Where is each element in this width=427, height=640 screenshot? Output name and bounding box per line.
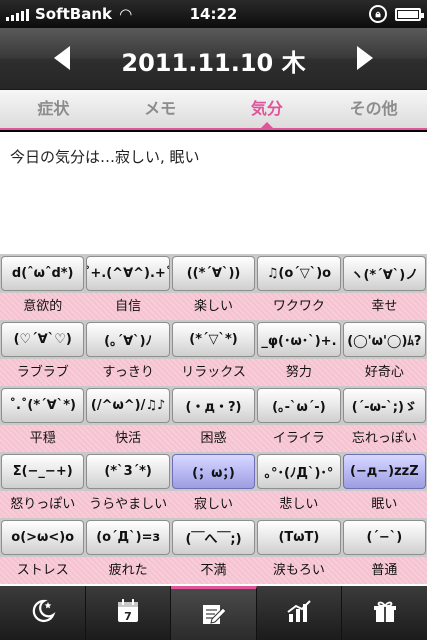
mood-button[interactable]: (o´Д`)=з	[86, 520, 170, 555]
mood-button[interactable]: ヽ(*´∀`)ノ	[342, 256, 427, 291]
mood-label-row: ストレス 疲れた 不満 涙もろい 普通	[0, 557, 427, 584]
bar-chart-tab-button[interactable]	[257, 586, 343, 640]
mood-button-row: Σ(−_−+) (*`3´*) (；ω；) ｡°･(ﾉД`)･° (−д−)zzZ	[0, 452, 427, 491]
next-day-arrow-icon[interactable]	[357, 46, 373, 70]
mood-label: 怒りっぽい	[10, 497, 76, 512]
mood-button[interactable]: (◯'ω'◯)ﾑ?	[342, 322, 427, 357]
mood-button[interactable]: (/^ω^)/♫♪	[86, 388, 170, 423]
calendar-day-number: 7	[124, 610, 132, 623]
mood-button[interactable]: (´−`)	[342, 520, 427, 555]
mood-label: ラブラブ	[16, 365, 69, 380]
mood-label: 自信	[115, 299, 142, 314]
mood-button[interactable]: (｡´∀`)ﾉ	[86, 322, 170, 357]
mood-button[interactable]: ((*´∀`))	[171, 256, 256, 291]
moon-star-tab-button[interactable]	[0, 586, 86, 640]
mood-button-row: (♡´∀`♡) (｡´∀`)ﾉ (*´▽`*) _φ(･ω･`)+. (◯'ω'◯)ﾑ?	[0, 320, 427, 359]
mood-label: 快活	[115, 431, 142, 446]
mood-button[interactable]: (*´▽`*)	[171, 322, 256, 357]
mood-label: 意欲的	[23, 299, 63, 314]
mood-label: 好奇心	[364, 365, 404, 380]
mood-button[interactable]: (*`3´*)	[86, 454, 170, 489]
category-tabs: 症状 メモ 気分 その他	[0, 90, 427, 130]
mood-label: ワクワク	[272, 299, 325, 314]
mood-button-row: ˚.˚(*´∀`*) (/^ω^)/♫♪ (・д・?) (｡-`ω´-) (´-ω-`;…	[0, 386, 427, 425]
mood-label: 努力	[285, 365, 312, 380]
mood-label: 眠い	[371, 497, 398, 512]
mood-label: リラックス	[181, 365, 246, 380]
moon-star-icon	[27, 596, 57, 630]
battery-icon	[395, 7, 424, 21]
mood-label: 不満	[200, 563, 227, 578]
mood-label: 平穏	[29, 431, 56, 446]
mood-palette: d(ˆωˆd*) ˚+.(^∀^).+˚ ((*´∀`)) ♫(o´▽`)o ヽ(*´∀…	[0, 254, 427, 586]
tab-1[interactable]: メモ	[107, 90, 214, 128]
mood-label-row: 怒りっぽい うらやましい 寂しい 悲しい 眠い	[0, 491, 427, 518]
mood-label-row: 平穏 快活 困惑 イライラ 忘れっぽい	[0, 425, 427, 452]
mood-button[interactable]: (｡-`ω´-)	[257, 388, 341, 423]
calendar-icon: 7	[113, 596, 143, 630]
mood-label: 寂しい	[194, 497, 234, 512]
mood-button[interactable]: ♫(o´▽`)o	[257, 256, 341, 291]
status-icons: 🔒︎	[369, 5, 424, 23]
calendar-tab-button[interactable]: 7	[86, 586, 172, 640]
date-header: 2011.11.10 木	[0, 28, 427, 90]
bar-chart-icon	[284, 596, 314, 630]
mood-label: ストレス	[16, 563, 69, 578]
mood-label: イライラ	[272, 431, 325, 446]
mood-button[interactable]: (♡´∀`♡)	[1, 322, 85, 357]
mood-button[interactable]: (TωT)	[257, 520, 341, 555]
mood-button[interactable]: d(ˆωˆd*)	[1, 256, 85, 291]
mood-label: 疲れた	[108, 563, 148, 578]
mood-button-row: d(ˆωˆd*) ˚+.(^∀^).+˚ ((*´∀`)) ♫(o´▽`)o ヽ(*´∀…	[0, 254, 427, 293]
memo-pencil-icon	[198, 598, 228, 632]
orientation-lock-icon: 🔒︎	[369, 5, 387, 23]
memo-pencil-tab-button[interactable]	[171, 586, 257, 640]
mood-button-row: o(>ω<)o (o´Д`)=з (￣へ￣;) (TωT) (´−`)	[0, 518, 427, 557]
mood-label: 普通	[371, 563, 398, 578]
mood-button[interactable]: o(>ω<)o	[1, 520, 85, 555]
tab-2[interactable]: 気分	[214, 90, 321, 130]
mood-label: うらやましい	[89, 497, 168, 512]
mood-button[interactable]: ˚.˚(*´∀`*)	[1, 388, 85, 423]
mood-label: 涙もろい	[272, 563, 325, 578]
mood-label-row: ラブラブ すっきり リラックス 努力 好奇心	[0, 359, 427, 386]
mood-button[interactable]: _φ(･ω･`)+.	[257, 322, 341, 357]
clock: 14:22	[189, 5, 238, 23]
tab-0[interactable]: 症状	[0, 90, 107, 128]
mood-button[interactable]: Σ(−_−+)	[1, 454, 85, 489]
mood-button[interactable]: (；ω；)	[171, 454, 256, 489]
mood-label: すっきり	[102, 365, 154, 380]
mood-note[interactable]: 今日の気分は…寂しい, 眠い	[0, 132, 427, 254]
mood-button[interactable]: ｡°･(ﾉД`)･°	[257, 454, 341, 489]
mood-button[interactable]: (￣へ￣;)	[171, 520, 256, 555]
tab-3[interactable]: その他	[320, 90, 427, 128]
mood-label: 幸せ	[371, 299, 398, 314]
mood-label: 困惑	[200, 431, 227, 446]
mood-button[interactable]: (´-ω-`;)ゞ	[342, 388, 427, 423]
mood-label: 悲しい	[279, 497, 319, 512]
mood-button[interactable]: (−д−)zzZ	[342, 454, 427, 489]
gift-tab-button[interactable]	[342, 586, 427, 640]
mood-button[interactable]: (・д・?)	[171, 388, 256, 423]
mood-label: 忘れっぽい	[351, 431, 417, 446]
bottom-toolbar: 7	[0, 586, 427, 640]
status-bar: SoftBank ◠ 14:22 🔒︎	[0, 0, 427, 28]
gift-icon	[370, 596, 400, 630]
mood-label-row: 意欲的 自信 楽しい ワクワク 幸せ	[0, 293, 427, 320]
mood-button[interactable]: ˚+.(^∀^).+˚	[86, 256, 170, 291]
mood-label: 楽しい	[194, 299, 234, 314]
